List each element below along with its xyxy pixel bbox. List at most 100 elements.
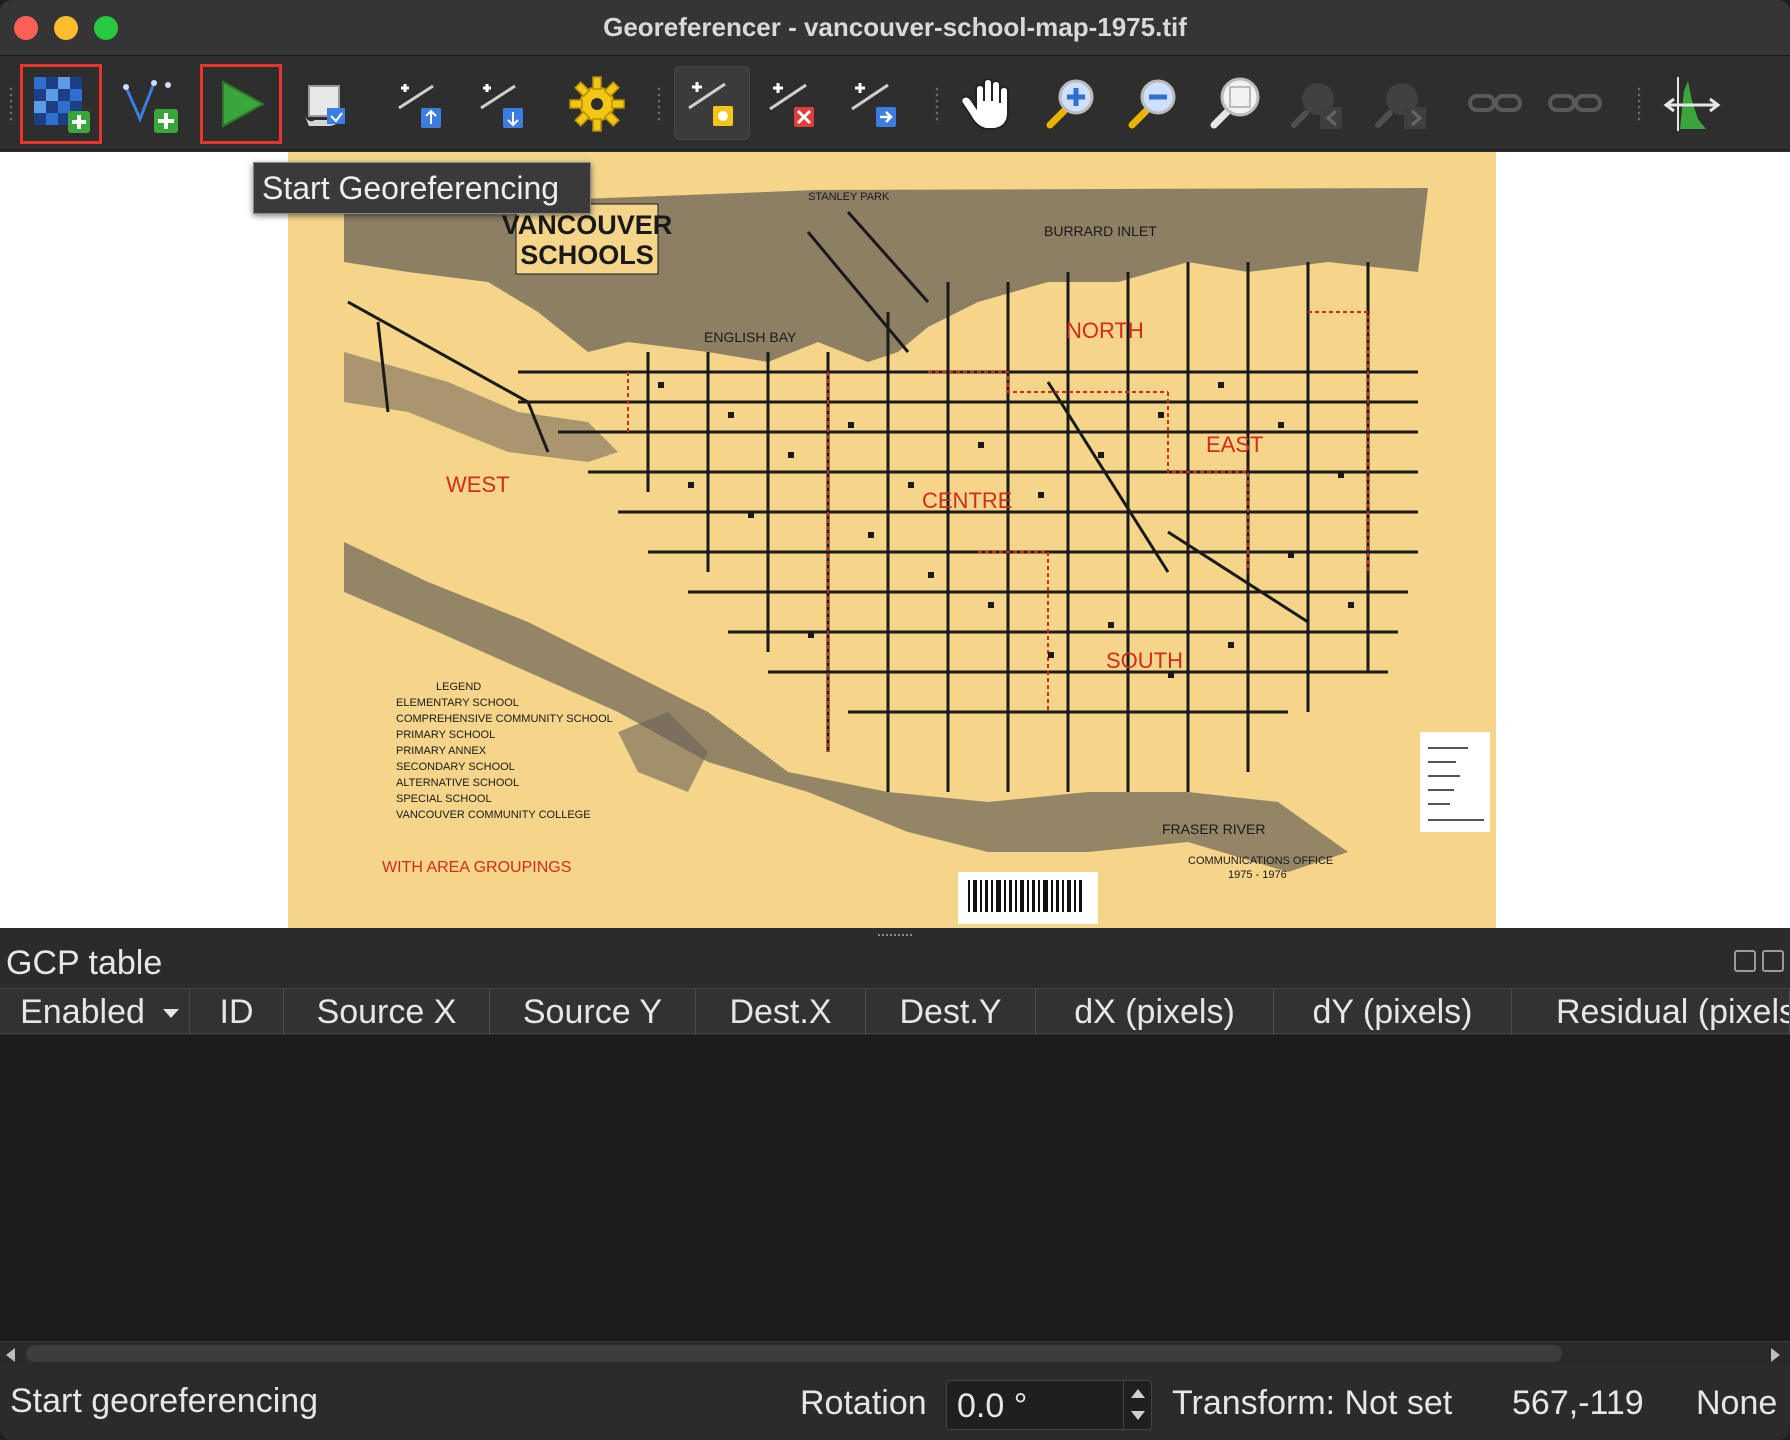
area-label-west: WEST [446, 472, 510, 497]
toolbar-grip[interactable] [8, 86, 14, 124]
column-header-dest-x[interactable]: Dest.X [696, 989, 866, 1035]
delete-point-button[interactable] [752, 64, 834, 144]
column-header-dy[interactable]: dY (pixels) [1274, 989, 1512, 1035]
legend-groupings: WITH AREA GROUPINGS [382, 859, 571, 876]
link-qgis-to-georeferencer-button[interactable] [1536, 64, 1618, 144]
full-histogram-stretch-button[interactable] [1652, 64, 1734, 144]
zoom-last-button[interactable] [1276, 64, 1358, 144]
zoom-out-button[interactable] [1112, 64, 1194, 144]
scroll-left-arrow[interactable] [6, 1348, 15, 1362]
link-georeferencer-to-qgis-button[interactable] [1456, 64, 1538, 144]
window-title: Georeferencer - vancouver-school-map-197… [603, 12, 1187, 42]
gear-icon [569, 76, 625, 132]
link-icon [1468, 94, 1522, 112]
scroll-right-arrow[interactable] [1771, 1348, 1780, 1362]
stepper-down-icon[interactable] [1131, 1411, 1145, 1420]
legend-item: COMPREHENSIVE COMMUNITY SCHOOL [396, 713, 613, 725]
zoom-to-layer-button[interactable] [1194, 64, 1276, 144]
pan-button[interactable] [950, 64, 1032, 144]
zoom-in-button[interactable] [1030, 64, 1112, 144]
map-title-line1: VANCOUVER [502, 210, 673, 240]
save-gcp-points-button[interactable] [462, 64, 544, 144]
status-bar: Start georeferencing Rotation 0.0 ° Tran… [0, 1366, 1790, 1440]
sort-dropdown-icon[interactable] [163, 1009, 179, 1018]
place-label-english-bay: ENGLISH BAY [704, 329, 797, 345]
legend-title: LEGEND [436, 681, 481, 693]
zoom-layer-icon [1210, 77, 1260, 129]
gcp-table-header: Enabled ID Source X Source Y Dest.X Dest… [0, 988, 1790, 1035]
move-gcp-point-button[interactable] [834, 64, 916, 144]
add-point-button[interactable] [674, 66, 750, 140]
link-icon [1548, 94, 1602, 112]
histogram-stretch-icon [1663, 77, 1721, 131]
column-header-dest-y[interactable]: Dest.Y [866, 989, 1036, 1035]
toolbar-grip[interactable] [934, 86, 940, 124]
legend-item: SECONDARY SCHOOL [396, 761, 515, 773]
rotation-label: Rotation [800, 1384, 927, 1422]
move-point-icon [851, 83, 896, 127]
zoom-next-icon [1375, 83, 1426, 129]
georeferencer-window: Georeferencer - vancouver-school-map-197… [0, 0, 1790, 1440]
area-label-north: NORTH [1066, 318, 1144, 343]
panel-splitter[interactable] [0, 928, 1790, 942]
column-header-dx[interactable]: dX (pixels) [1036, 989, 1274, 1035]
toolbar-grip[interactable] [1636, 86, 1642, 124]
gcp-table-body[interactable] [0, 1035, 1790, 1341]
gcp-table-horizontal-scrollbar[interactable] [0, 1341, 1790, 1365]
column-header-residual[interactable]: Residual (pixels) [1512, 989, 1790, 1035]
rotation-value[interactable]: 0.0 ° [957, 1387, 1027, 1426]
stepper-up-icon[interactable] [1131, 1389, 1145, 1398]
generate-gdal-script-button[interactable] [284, 64, 366, 144]
zoom-last-icon [1291, 83, 1342, 129]
column-header-source-y[interactable]: Source Y [490, 989, 696, 1035]
legend-item: PRIMARY ANNEX [396, 745, 487, 757]
title-bar: Georeferencer - vancouver-school-map-197… [0, 0, 1790, 56]
legend-item: ELEMENTARY SCHOOL [396, 697, 519, 709]
add-vector-icon [123, 80, 178, 133]
load-gcp-points-button[interactable] [380, 64, 462, 144]
open-raster-button[interactable] [20, 64, 102, 144]
zoom-next-button[interactable] [1360, 64, 1442, 144]
map-years: 1975 - 1976 [1228, 869, 1287, 881]
map-canvas[interactable]: VANCOUVER SCHOOLS NORTH EAST WEST CENTRE… [0, 152, 1790, 928]
transform-status: Transform: Not set [1172, 1384, 1453, 1422]
zoom-in-icon [1046, 79, 1094, 129]
rotation-spinbox[interactable]: 0.0 ° [946, 1380, 1152, 1430]
pan-hand-icon [962, 77, 1009, 130]
toolbar-grip[interactable] [656, 86, 662, 124]
column-header-id[interactable]: ID [190, 989, 284, 1035]
legend-item: SPECIAL SCHOOL [396, 793, 492, 805]
column-header-source-x[interactable]: Source X [284, 989, 490, 1035]
start-georeferencing-button[interactable] [200, 64, 282, 144]
add-vector-button[interactable] [108, 64, 190, 144]
zoom-out-icon [1128, 79, 1176, 129]
gcp-panel-controls [1734, 950, 1784, 972]
gcp-table-title: GCP table [6, 944, 163, 982]
rotation-stepper[interactable] [1123, 1381, 1151, 1429]
play-icon [222, 80, 266, 128]
map-title-line2: SCHOOLS [520, 240, 654, 270]
place-label-burrard-inlet: BURRARD INLET [1044, 223, 1157, 239]
start-georeferencing-tooltip: Start Georeferencing [253, 162, 591, 214]
place-label-stanley-park: STANLEY PARK [808, 191, 890, 203]
legend-item: VANCOUVER COMMUNITY COLLEGE [396, 809, 591, 821]
column-header-enabled[interactable]: Enabled [0, 989, 190, 1035]
area-label-south: SOUTH [1106, 648, 1183, 673]
add-point-icon [688, 82, 733, 126]
cursor-coordinates: 567,-119 [1512, 1384, 1644, 1422]
open-raster-icon [34, 77, 90, 133]
area-label-centre: CENTRE [922, 488, 1012, 513]
legend-item: PRIMARY SCHOOL [396, 729, 495, 741]
script-icon [305, 85, 345, 126]
legend-item: ALTERNATIVE SCHOOL [396, 777, 519, 789]
communications-office: COMMUNICATIONS OFFICE [1188, 855, 1333, 867]
scanned-school-map: VANCOUVER SCHOOLS NORTH EAST WEST CENTRE… [288, 152, 1496, 928]
crs-status[interactable]: None [1696, 1384, 1777, 1423]
load-gcp-icon [398, 84, 441, 128]
transformation-settings-button[interactable] [556, 64, 638, 144]
save-gcp-icon [480, 84, 523, 128]
close-panel-button[interactable] [1762, 950, 1784, 972]
scrollbar-thumb[interactable] [26, 1345, 1562, 1362]
delete-point-icon [769, 83, 814, 127]
float-panel-button[interactable] [1734, 950, 1756, 972]
